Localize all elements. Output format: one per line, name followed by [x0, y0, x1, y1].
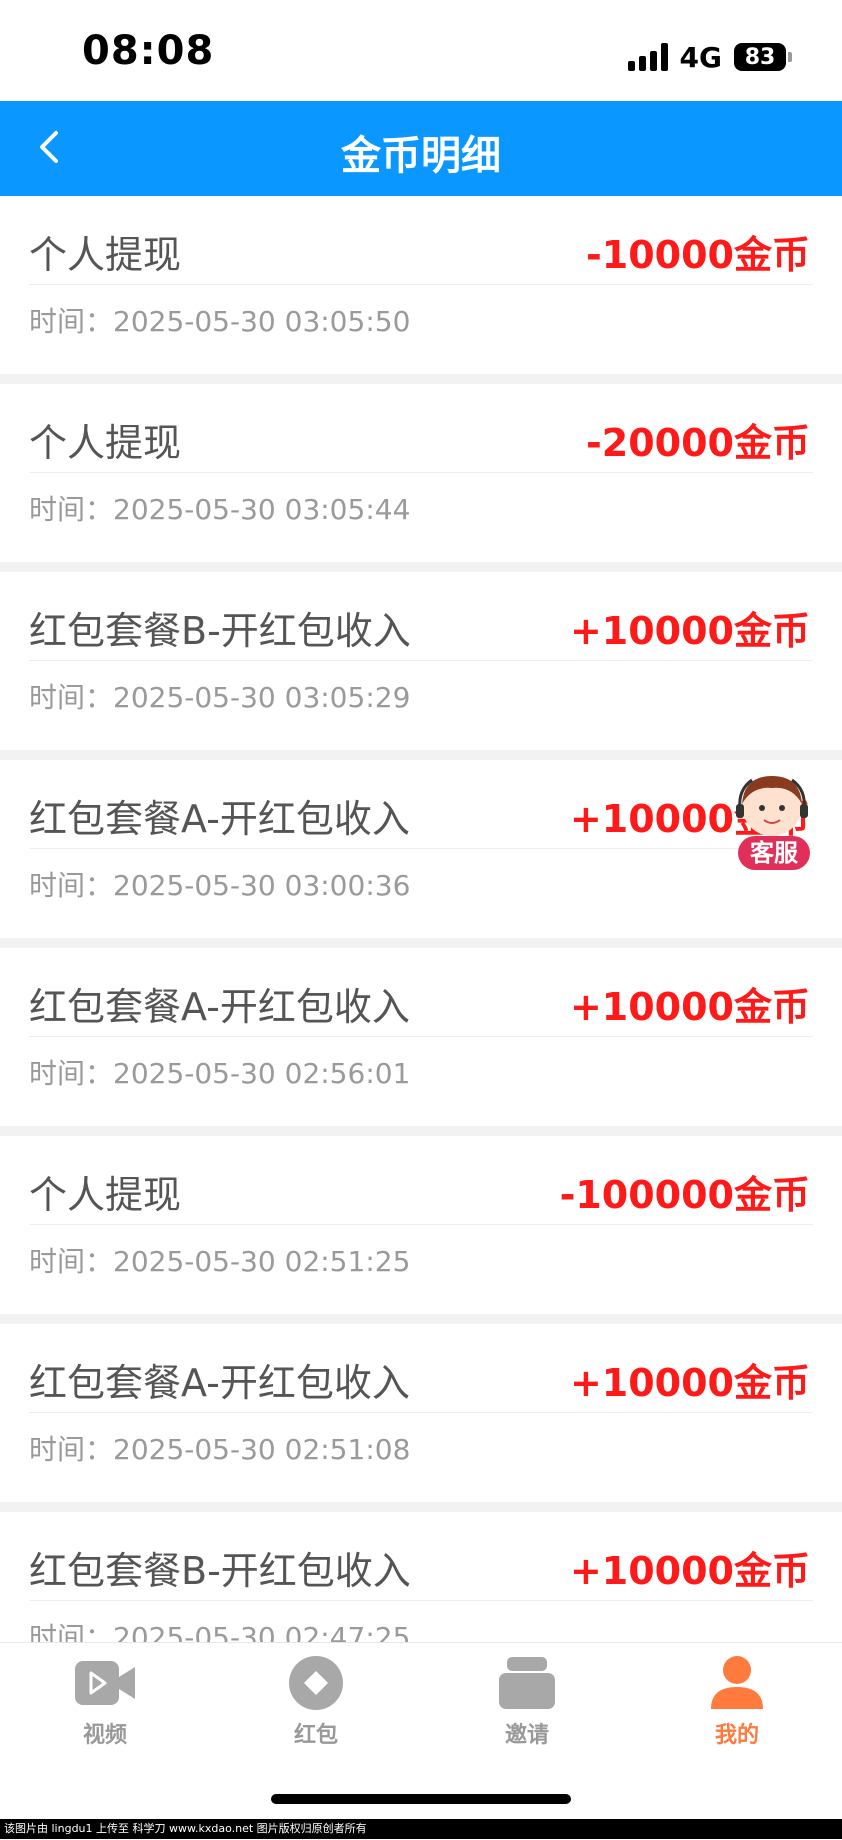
record-title: 红包套餐B-开红包收入	[29, 1549, 411, 1593]
status-bar: 08:08 4G 83	[0, 0, 842, 101]
tab-label: 我的	[714, 1723, 759, 1748]
customer-service-avatar-icon	[736, 776, 808, 836]
divider	[29, 284, 813, 285]
record-amount: +10000金币	[569, 609, 810, 653]
record-title: 红包套餐A-开红包收入	[29, 797, 410, 841]
record-time: 时间：2025-05-30 03:05:29	[29, 681, 411, 714]
divider	[29, 1224, 813, 1225]
battery-icon: 83	[734, 43, 792, 71]
red-packet-icon	[289, 1656, 343, 1710]
tab-video[interactable]: 视频	[40, 1655, 170, 1765]
tab-red-packet[interactable]: 红包	[251, 1655, 381, 1765]
home-indicator[interactable]	[271, 1794, 571, 1804]
record-time: 时间：2025-05-30 02:51:08	[29, 1433, 411, 1466]
record-time: 时间：2025-05-30 03:00:36	[29, 869, 411, 902]
divider	[29, 660, 813, 661]
network-label: 4G	[679, 40, 722, 74]
divider	[29, 1600, 813, 1601]
tab-invite[interactable]: 邀请	[462, 1655, 592, 1765]
list-item: 个人提现 -10000金币 时间：2025-05-30 03:05:50	[0, 196, 842, 374]
list-item: 红包套餐A-开红包收入 +10000金币 时间：2025-05-30 03:00…	[0, 760, 842, 938]
list-item: 红包套餐A-开红包收入 +10000金币 时间：2025-05-30 02:51…	[0, 1324, 842, 1502]
nav-header: 金币明细	[0, 101, 842, 196]
divider	[29, 1036, 813, 1037]
divider	[29, 472, 813, 473]
video-icon	[75, 1661, 135, 1705]
tab-label: 红包	[293, 1723, 338, 1748]
record-time: 时间：2025-05-30 02:51:25	[29, 1245, 411, 1278]
list-item: 个人提现 -100000金币 时间：2025-05-30 02:51:25	[0, 1136, 842, 1314]
record-amount: -100000金币	[559, 1173, 810, 1217]
tab-label: 邀请	[504, 1723, 549, 1748]
list-item: 红包套餐B-开红包收入 +10000金币 时间：2025-05-30 02:47…	[0, 1512, 842, 1642]
tab-label: 视频	[82, 1723, 127, 1748]
record-title: 红包套餐A-开红包收入	[29, 985, 410, 1029]
signal-icon	[627, 43, 668, 71]
status-indicators: 4G 83	[627, 40, 792, 74]
record-amount: +10000金币	[569, 1549, 810, 1593]
tab-profile[interactable]: 我的	[672, 1655, 802, 1765]
record-title: 个人提现	[29, 1173, 182, 1217]
invite-icon	[499, 1657, 555, 1709]
coin-record-list[interactable]: 个人提现 -10000金币 时间：2025-05-30 03:05:50 个人提…	[0, 196, 842, 1642]
list-item: 红包套餐B-开红包收入 +10000金币 时间：2025-05-30 03:05…	[0, 572, 842, 750]
record-time: 时间：2025-05-30 02:56:01	[29, 1057, 411, 1090]
record-amount: +10000金币	[569, 985, 810, 1029]
watermark-footer: 该图片由 lingdu1 上传至 科学刀 www.kxdao.net 图片版权归…	[0, 1819, 842, 1839]
divider	[29, 848, 813, 849]
list-item: 红包套餐A-开红包收入 +10000金币 时间：2025-05-30 02:56…	[0, 948, 842, 1126]
status-time: 08:08	[82, 28, 215, 74]
battery-level: 83	[744, 44, 776, 70]
record-title: 红包套餐B-开红包收入	[29, 609, 411, 653]
record-amount: -20000金币	[586, 421, 810, 465]
bottom-tab-bar: 视频 红包 邀请 我的	[0, 1642, 842, 1840]
record-time: 时间：2025-05-30 02:47:25	[29, 1621, 411, 1642]
record-amount: -10000金币	[586, 233, 810, 277]
page-title: 金币明细	[341, 133, 501, 179]
record-time: 时间：2025-05-30 03:05:50	[29, 305, 411, 338]
customer-service-button[interactable]: 客服	[730, 770, 814, 874]
list-item: 个人提现 -20000金币 时间：2025-05-30 03:05:44	[0, 384, 842, 562]
record-title: 红包套餐A-开红包收入	[29, 1361, 410, 1405]
record-amount: +10000金币	[569, 1361, 810, 1405]
profile-icon	[711, 1656, 763, 1709]
divider	[29, 1412, 813, 1413]
customer-service-label: 客服	[738, 836, 810, 870]
record-time: 时间：2025-05-30 03:05:44	[29, 493, 411, 526]
record-title: 个人提现	[29, 421, 182, 465]
record-title: 个人提现	[29, 233, 182, 277]
